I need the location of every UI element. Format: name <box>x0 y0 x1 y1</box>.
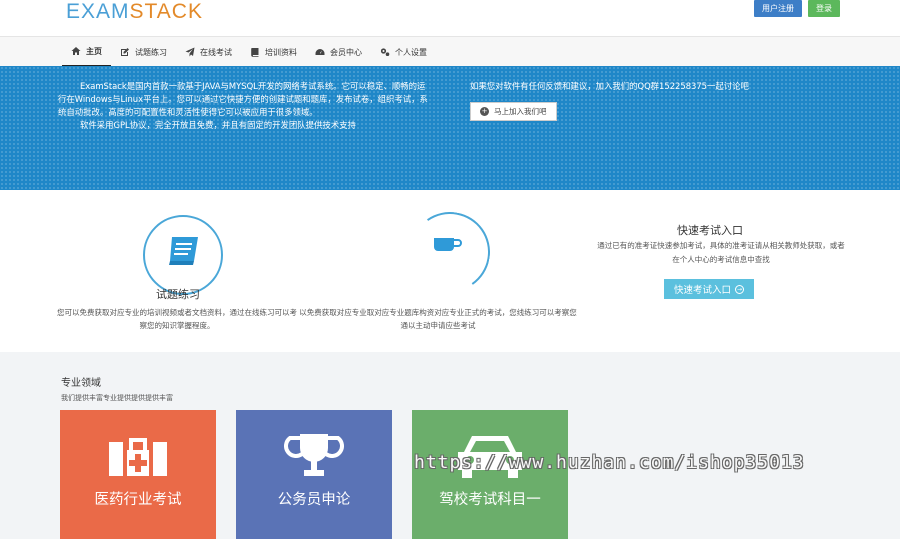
domain-card-label: 驾校考试科目一 <box>439 492 541 508</box>
main-nav: 主页 试题练习 在线考试 培训资料 会员中心 个人设置 <box>0 36 900 67</box>
nav-item-label: 个人设置 <box>395 47 427 57</box>
domain-card-medical[interactable]: 医药行业考试 <box>60 410 216 539</box>
intro-text: ExamStack是国内首款一款基于JAVA与MYSQL开发的网络考试系统。它可… <box>58 80 430 132</box>
intro-paragraph: ExamStack是国内首款一款基于JAVA与MYSQL开发的网络考试系统。它可… <box>58 81 428 117</box>
exam-desc: 以免费获取对应专业取对应专业题库构资对应专业正式的考试，您线练习可以考察您通以主… <box>299 308 577 330</box>
gear-icon <box>380 48 390 56</box>
header: EXAMSTACK 用户注册 登录 <box>0 0 900 36</box>
quick-exam-desc: 通过已有的准考证快速参加考试，具体的准考证请从相关教师处获取，或者在个人中心的考… <box>597 241 845 264</box>
nav-item-label: 培训资料 <box>265 47 297 57</box>
nav-item-online-exam[interactable]: 在线考试 <box>176 37 241 67</box>
dashboard-icon <box>315 49 325 55</box>
nav-item-settings[interactable]: 个人设置 <box>371 37 436 67</box>
nav-item-label: 试题练习 <box>135 47 167 57</box>
book-icon <box>251 48 259 57</box>
trophy-icon <box>284 434 344 476</box>
auth-buttons: 用户注册 登录 <box>754 0 840 17</box>
join-group-button[interactable]: + 马上加入我们吧 <box>470 102 557 121</box>
features-section: 试题练习 您可以免费获取对应专业的培训视频或者文档资料，通过在线练习可以考察您的… <box>0 190 900 350</box>
quick-exam-title: 快速考试入口 <box>677 224 743 237</box>
edit-icon <box>121 48 129 56</box>
nav-item-label: 主页 <box>86 46 102 56</box>
arrow-circle-icon: → <box>735 284 745 294</box>
practice-title: 试题练习 <box>156 288 200 301</box>
cup-icon <box>434 238 462 251</box>
domain-card-civil-service[interactable]: 公务员申论 <box>236 410 392 539</box>
domain-card-driving[interactable]: 驾校考试科目一 <box>412 410 568 539</box>
practice-desc: 您可以免费获取对应专业的培训视频或者文档资料，通过在线练习可以考察您的知识掌握程… <box>57 308 297 330</box>
nav-item-label: 在线考试 <box>200 47 232 57</box>
medical-icon <box>109 438 167 476</box>
join-group-label: 马上加入我们吧 <box>494 107 547 116</box>
nav-item-training[interactable]: 培训资料 <box>241 37 306 67</box>
watermark-text: https://www.huzhan.com/ishop35013 <box>414 452 805 473</box>
domain-card-label: 公务员申论 <box>277 492 351 508</box>
home-icon <box>71 47 81 55</box>
plus-circle-icon: + <box>480 107 489 116</box>
quick-exam-button-label: 快速考试入口 <box>674 285 732 296</box>
nav-item-practice[interactable]: 试题练习 <box>111 37 176 67</box>
intro-banner: ExamStack是国内首款一款基于JAVA与MYSQL开发的网络考试系统。它可… <box>0 66 900 190</box>
intro-paragraph-license: 软件采用GPL协议，完全开放且免费，并且有固定的开发团队提供技术支持 <box>80 120 356 130</box>
logo-stack: STACK <box>129 0 203 23</box>
nav-item-label: 会员中心 <box>330 47 362 57</box>
register-button[interactable]: 用户注册 <box>754 0 802 17</box>
quick-exam-button[interactable]: 快速考试入口 → <box>664 279 755 299</box>
nav-item-home[interactable]: 主页 <box>62 37 111 67</box>
nav-item-member[interactable]: 会员中心 <box>306 37 371 67</box>
domains-section: 专业领域 我们提供丰富专业提供提供提供丰富 医药行业考试 公务员申论 驾校考试科… <box>0 352 900 539</box>
login-button[interactable]: 登录 <box>808 0 840 17</box>
domain-card-label: 医药行业考试 <box>94 492 182 508</box>
logo[interactable]: EXAMSTACK <box>66 0 203 24</box>
send-icon <box>185 47 195 57</box>
feedback-block: 如果您对软件有任何反馈和建议，加入我们的QQ群152258375一起讨论吧 + … <box>470 80 749 121</box>
domains-subtitle: 我们提供丰富专业提供提供提供丰富 <box>61 394 173 402</box>
feedback-text: 如果您对软件有任何反馈和建议，加入我们的QQ群152258375一起讨论吧 <box>470 81 749 91</box>
domains-title: 专业领域 <box>61 378 101 389</box>
book-icon <box>169 237 198 265</box>
logo-exam: EXAM <box>66 0 130 23</box>
